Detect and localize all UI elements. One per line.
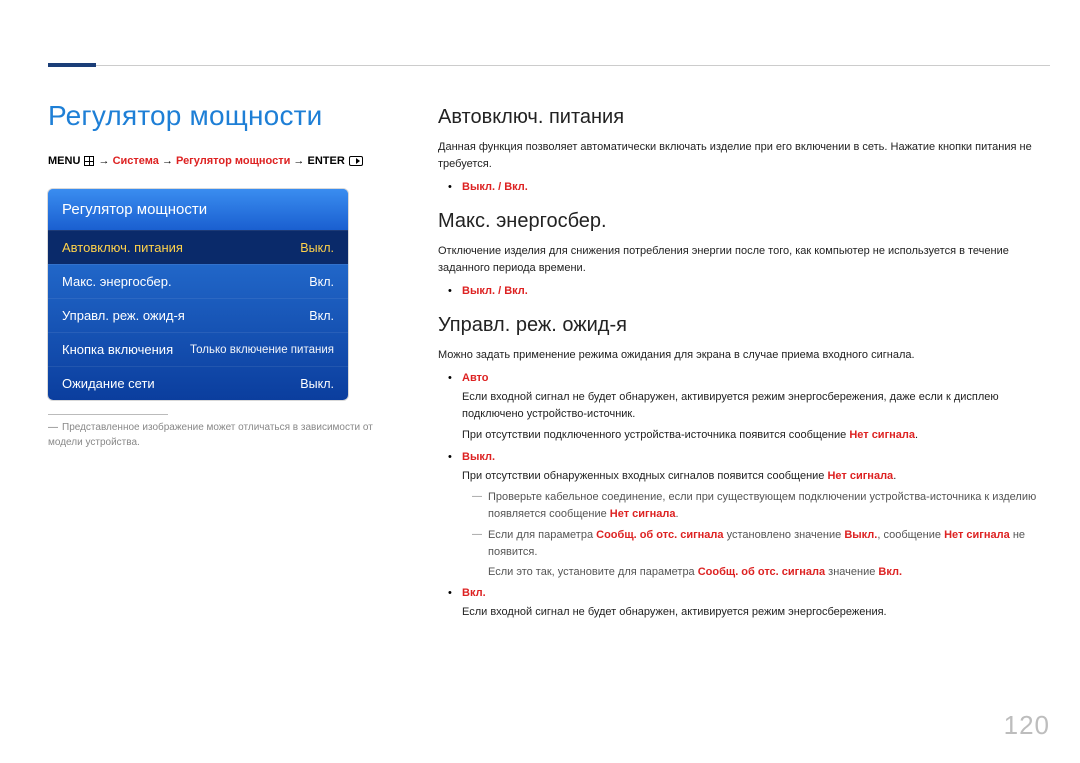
menu-row-value: Выкл. (300, 241, 334, 255)
menu-row-label: Макс. энергосбер. (62, 274, 172, 289)
option-off-on: Выкл. / Вкл. (462, 285, 528, 297)
menu-row-label: Автовключ. питания (62, 240, 183, 255)
menu-panel: Регулятор мощности Автовключ. питания Вы… (48, 189, 348, 400)
no-signal: Нет сигнала (944, 529, 1010, 541)
breadcrumb-power: Регулятор мощности (176, 155, 290, 167)
option-off-line1: При отсутствии обнаруженных входных сигн… (462, 468, 1050, 485)
sublist-item-2: Если для параметра Сообщ. об отс. сигнал… (474, 527, 1050, 581)
menu-grid-icon (84, 156, 94, 166)
left-column: Регулятор мощности MENU → Система → Регу… (48, 100, 428, 635)
text-pre: При отсутствии обнаруженных входных сигн… (462, 470, 827, 482)
enter-icon (349, 156, 363, 166)
menu-row-value: Выкл. (300, 377, 334, 391)
text-c: , сообщение (877, 529, 944, 541)
menu-row-auto-power[interactable]: Автовключ. питания Выкл. (48, 230, 348, 264)
text-post: . (893, 470, 896, 482)
section-title-auto-power: Автовключ. питания (438, 106, 1050, 129)
auto-power-desc: Данная функция позволяет автоматически в… (438, 139, 1050, 173)
header-rule (48, 65, 1050, 66)
menu-row-standby[interactable]: Управл. реж. ожид-я Вкл. (48, 298, 348, 332)
option-on: Вкл. Если входной сигнал не будет обнару… (452, 585, 1050, 621)
option-on-label: Вкл. (462, 587, 486, 599)
option-item: Выкл. / Вкл. (452, 179, 1050, 196)
footnote-dash: ― (48, 422, 58, 433)
page-body: Регулятор мощности MENU → Система → Регу… (0, 0, 1080, 635)
text-a: Если это так, установите для параметра (488, 566, 698, 578)
no-signal: Нет сигнала (610, 508, 676, 520)
breadcrumb-enter: ENTER (307, 155, 344, 167)
param-name: Сообщ. об отс. сигнала (596, 529, 723, 541)
footnote: ―Представленное изображение может отлича… (48, 421, 388, 450)
param-name: Сообщ. об отс. сигнала (698, 566, 825, 578)
footnote-separator (48, 414, 168, 415)
option-auto-label: Авто (462, 372, 489, 384)
sublist-item-1: Проверьте кабельное соединение, если при… (474, 489, 1050, 523)
menu-row-value: Только включение питания (190, 344, 334, 356)
option-auto: Авто Если входной сигнал не будет обнару… (452, 370, 1050, 444)
page-title: Регулятор мощности (48, 100, 408, 132)
auto-power-options: Выкл. / Вкл. (438, 179, 1050, 196)
menu-row-value: Вкл. (309, 309, 334, 323)
text-b: значение (825, 566, 878, 578)
right-column: Автовключ. питания Данная функция позвол… (428, 100, 1050, 635)
menu-row-label: Ожидание сети (62, 376, 155, 391)
breadcrumb-menu: MENU (48, 155, 80, 167)
breadcrumb-arrow-1: → (99, 155, 110, 167)
page-number: 120 (1004, 710, 1050, 741)
text-post: . (675, 508, 678, 520)
no-signal: Нет сигнала (827, 470, 893, 482)
section-title-max-energy: Макс. энергосбер. (438, 210, 1050, 233)
standby-options: Авто Если входной сигнал не будет обнару… (438, 370, 1050, 621)
text-a: Если для параметра (488, 529, 596, 541)
breadcrumb-arrow-2: → (162, 155, 173, 167)
menu-row-label: Кнопка включения (62, 342, 173, 357)
option-item: Выкл. / Вкл. (452, 283, 1050, 300)
standby-desc: Можно задать применение режима ожидания … (438, 347, 1050, 364)
breadcrumb-system: Система (113, 155, 159, 167)
header-accent (48, 63, 96, 67)
option-off: Выкл. При отсутствии обнаруженных входны… (452, 449, 1050, 581)
breadcrumb: MENU → Система → Регулятор мощности → EN… (48, 154, 408, 169)
text-pre: При отсутствии подключенного устройства-… (462, 429, 849, 441)
menu-row-label: Управл. реж. ожид-я (62, 308, 185, 323)
menu-row-value: Вкл. (309, 275, 334, 289)
max-energy-desc: Отключение изделия для снижения потребле… (438, 243, 1050, 277)
section-title-standby: Управл. реж. ожид-я (438, 314, 1050, 337)
no-signal: Нет сигнала (849, 429, 915, 441)
sublist-item-2b: Если это так, установите для параметра С… (488, 564, 1050, 581)
menu-row-power-button[interactable]: Кнопка включения Только включение питани… (48, 332, 348, 366)
option-auto-line2: При отсутствии подключенного устройства-… (462, 427, 1050, 444)
param-value: Вкл. (878, 566, 902, 578)
menu-panel-header: Регулятор мощности (48, 189, 348, 230)
text-pre: Проверьте кабельное соединение, если при… (488, 491, 1036, 520)
option-auto-line1: Если входной сигнал не будет обнаружен, … (462, 389, 1050, 423)
text-b: установлено значение (724, 529, 845, 541)
option-off-label: Выкл. (462, 451, 495, 463)
menu-row-network-standby[interactable]: Ожидание сети Выкл. (48, 366, 348, 400)
option-on-line: Если входной сигнал не будет обнаружен, … (462, 604, 1050, 621)
max-energy-options: Выкл. / Вкл. (438, 283, 1050, 300)
footnote-text: Представленное изображение может отличат… (48, 422, 373, 448)
breadcrumb-arrow-3: → (293, 155, 304, 167)
param-value: Выкл. (844, 529, 877, 541)
menu-row-max-energy[interactable]: Макс. энергосбер. Вкл. (48, 264, 348, 298)
text-post: . (915, 429, 918, 441)
option-off-sublist: Проверьте кабельное соединение, если при… (462, 489, 1050, 581)
option-off-on: Выкл. / Вкл. (462, 181, 528, 193)
